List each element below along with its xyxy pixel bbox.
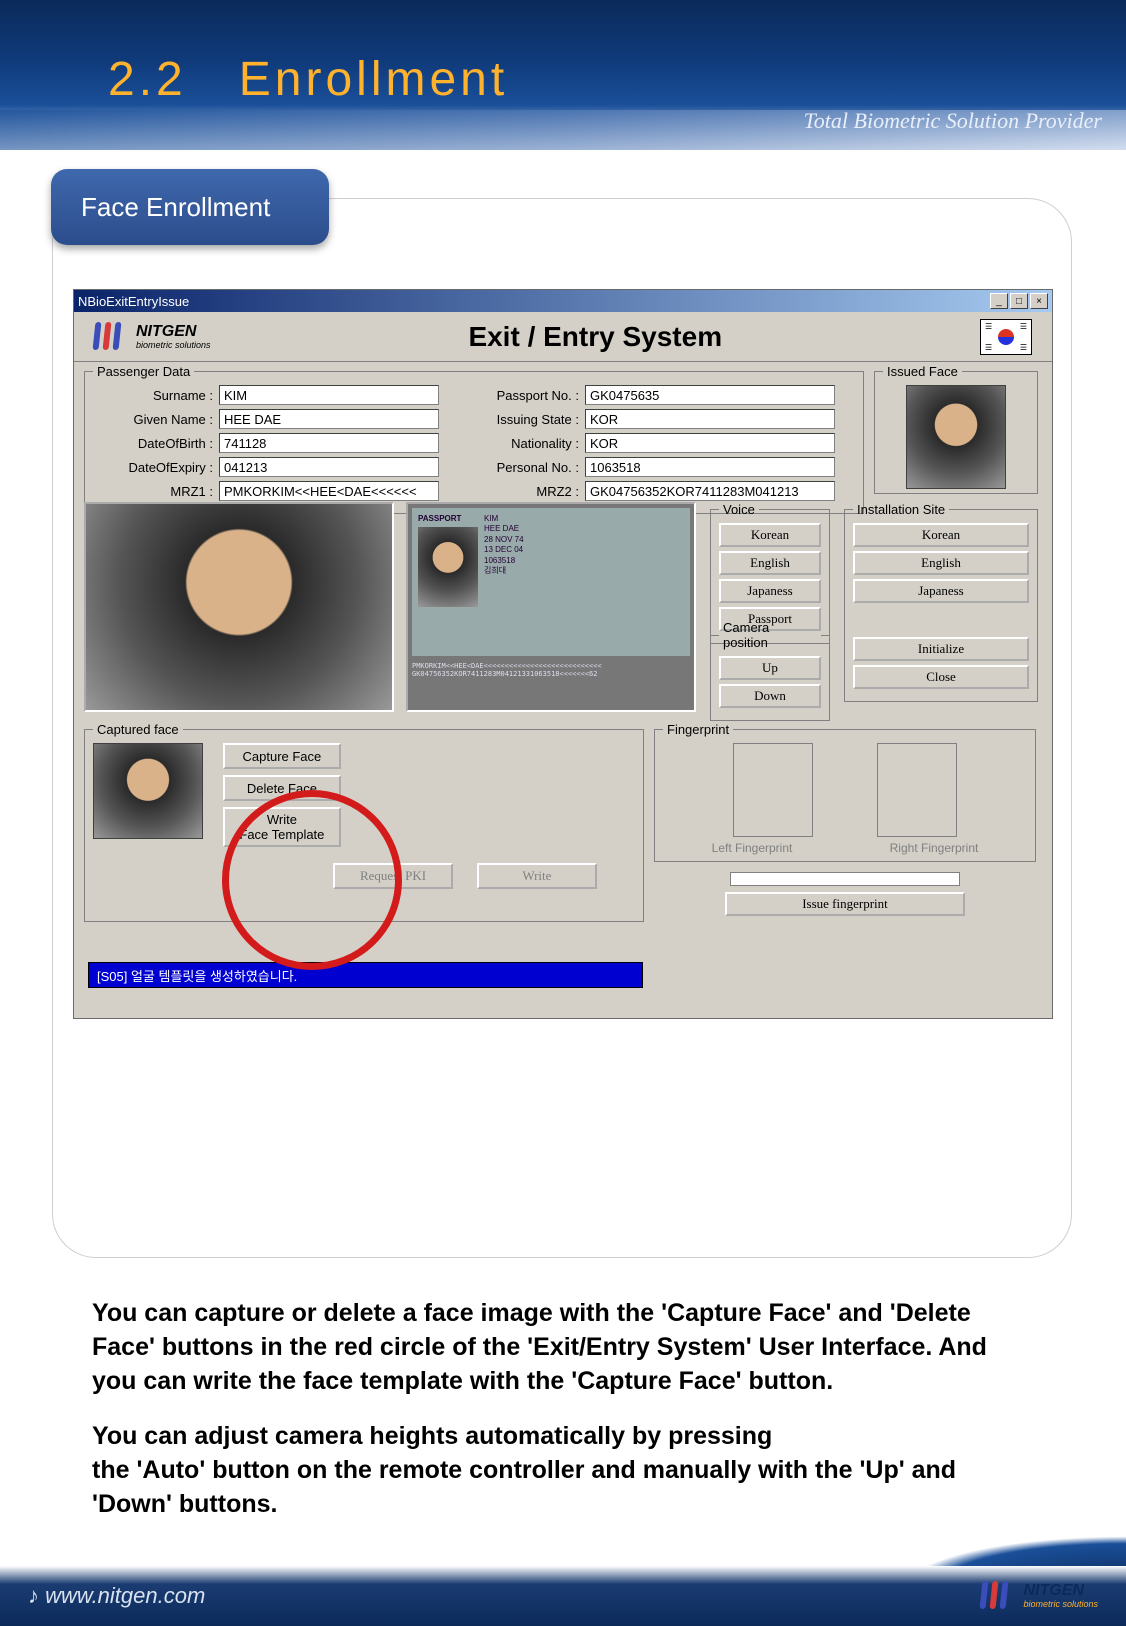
issued-face-legend: Issued Face [883,364,962,379]
tagline: Total Biometric Solution Provider [804,108,1102,134]
footer-brand-subtitle: biometric solutions [1023,1599,1098,1609]
surname-field[interactable] [219,385,439,405]
section-number: 2.2 [108,53,187,106]
mrz2-field[interactable] [585,481,835,501]
brand-name: NITGEN [136,324,211,340]
fingerprint-legend: Fingerprint [663,722,733,737]
app-content: Passenger Data Surname : Given Name : Da… [74,362,1052,1018]
right-fingerprint-box [877,743,957,837]
request-pki-button[interactable]: Request PKI [333,863,453,889]
capture-face-button[interactable]: Capture Face [223,743,341,769]
live-camera-view [84,502,394,712]
footer-brand: NITGEN biometric solutions [981,1581,1098,1611]
lbl-nationality: Nationality : [479,436,579,451]
issued-face-photo [906,385,1006,489]
nationality-field[interactable] [585,433,835,453]
passenger-data-group: Passenger Data Surname : Given Name : Da… [84,364,864,514]
window-title: NBioExitEntryIssue [78,294,189,309]
fingerprint-group: Fingerprint Left Fingerprint Right Finge… [654,722,1036,862]
tab-label: Face Enrollment [81,192,270,223]
footer-logo-icon [981,1581,1015,1611]
window-titlebar: NBioExitEntryIssue _ □ × [74,290,1052,312]
left-fingerprint-box [733,743,813,837]
right-fingerprint-label: Right Fingerprint [890,841,979,855]
voice-legend: Voice [719,502,759,517]
issued-face-group: Issued Face [874,364,1038,494]
description-block: You can capture or delete a face image w… [92,1297,1032,1544]
lbl-issuing-state: Issuing State : [479,412,579,427]
passport-header: PASSPORT [418,514,478,523]
doe-field[interactable] [219,457,439,477]
app-window: NBioExitEntryIssue _ □ × NITGEN biometri… [73,289,1053,1019]
slide-footer: ♪ www.nitgen.com NITGEN biometric soluti… [0,1566,1126,1626]
issuing-state-field[interactable] [585,409,835,429]
left-fingerprint-label: Left Fingerprint [712,841,793,855]
content-card: Face Enrollment NBioExitEntryIssue _ □ ×… [52,198,1072,1258]
lbl-passport-no: Passport No. : [479,388,579,403]
lbl-personal-no: Personal No. : [479,460,579,475]
brand-subtitle: biometric solutions [136,340,211,350]
issue-fingerprint-button[interactable]: Issue fingerprint [725,892,965,916]
mrz1-field[interactable] [219,481,439,501]
voice-japaness-button[interactable]: Japaness [719,579,821,603]
footer-url: ♪ www.nitgen.com [28,1583,205,1609]
section-tab: Face Enrollment [51,169,329,245]
footer-brand-name: NITGEN [1023,1583,1098,1599]
initialize-button[interactable]: Initialize [853,637,1029,661]
lbl-doe: DateOfExpiry : [93,460,213,475]
camera-up-button[interactable]: Up [719,656,821,680]
nitgen-logo-icon [94,322,128,352]
install-japaness-button[interactable]: Japaness [853,579,1029,603]
passport-photo [418,527,478,607]
passport-scan-view: PASSPORT KIM HEE DAE 28 NOV 74 13 DEC 04… [406,502,696,712]
app-title: Exit / Entry System [468,321,722,353]
write-button[interactable]: Write [477,863,597,889]
delete-face-button[interactable]: Delete Face [223,775,341,801]
lbl-dob: DateOfBirth : [93,436,213,451]
captured-face-legend: Captured face [93,722,183,737]
personal-no-field[interactable] [585,457,835,477]
voice-english-button[interactable]: English [719,551,821,575]
write-face-template-button[interactable]: Write Face Template [223,807,341,847]
camera-down-button[interactable]: Down [719,684,821,708]
installation-legend: Installation Site [853,502,949,517]
maximize-button[interactable]: □ [1010,293,1028,309]
given-name-field[interactable] [219,409,439,429]
minimize-button[interactable]: _ [990,293,1008,309]
close-button[interactable]: × [1030,293,1048,309]
lbl-given-name: Given Name : [93,412,213,427]
slide-header: 2.2 Enrollment Total Biometric Solution … [0,0,1126,150]
passport-mrz1: PMKORKIM<<HEE<DAE<<<<<<<<<<<<<<<<<<<<<<<… [412,662,690,670]
installation-site-group: Installation Site Korean English Japanes… [844,502,1038,702]
section-title-text: Enrollment [239,53,508,106]
description-p1: You can capture or delete a face image w… [92,1297,1032,1398]
lbl-mrz2: MRZ2 : [479,484,579,499]
install-korean-button[interactable]: Korean [853,523,1029,547]
slide-section-title: 2.2 Enrollment [108,52,508,107]
dob-field[interactable] [219,433,439,453]
lbl-surname: Surname : [93,388,213,403]
install-english-button[interactable]: English [853,551,1029,575]
status-message: [S05] 얼굴 템플릿을 생성하였습니다. [88,962,643,988]
captured-face-group: Captured face Capture Face Delete Face W… [84,722,644,922]
window-controls: _ □ × [990,293,1048,309]
close-app-button[interactable]: Close [853,665,1029,689]
passport-no-field[interactable] [585,385,835,405]
fingerprint-progress [730,872,960,886]
passport-mrz2: GK04756352KOR7411283M04121331063518<<<<<… [412,670,690,678]
issue-fingerprint-block: Issue fingerprint [654,872,1036,916]
brand-logo-block: NITGEN biometric solutions [94,322,211,352]
app-header: NITGEN biometric solutions Exit / Entry … [74,312,1052,362]
flag-korea-icon: ☰☰☰☰ [980,319,1032,355]
description-p2: You can adjust camera heights automatica… [92,1420,1032,1521]
passenger-legend: Passenger Data [93,364,194,379]
camera-position-group: Camera position Up Down [710,620,830,721]
captured-face-thumbnail [93,743,203,839]
voice-korean-button[interactable]: Korean [719,523,821,547]
lbl-mrz1: MRZ1 : [93,484,213,499]
passport-text-lines: KIM HEE DAE 28 NOV 74 13 DEC 04 1063518 … [484,514,684,650]
camera-position-legend: Camera position [719,620,821,650]
